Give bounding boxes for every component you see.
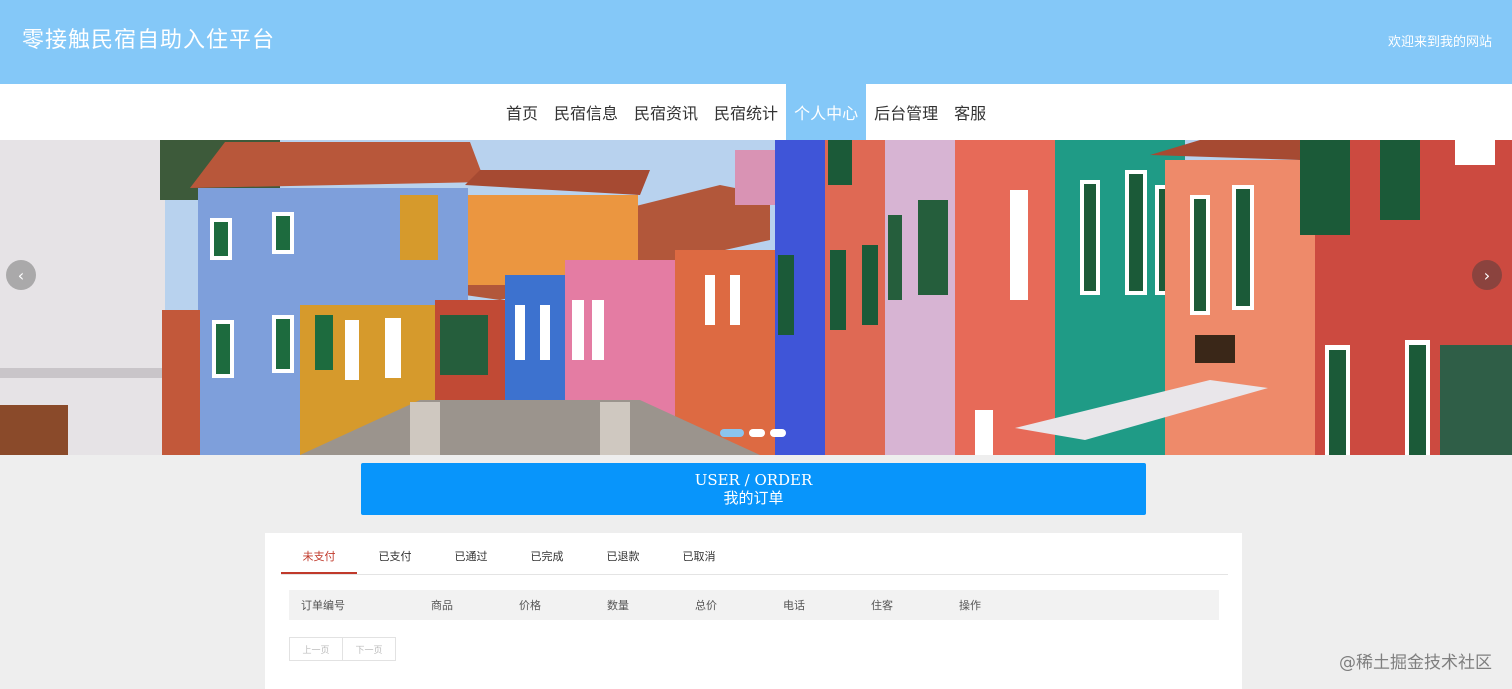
nav-item-admin[interactable]: 后台管理 [866,84,946,140]
main-nav: 首页 民宿信息 民宿资讯 民宿统计 个人中心 后台管理 客服 [0,84,1512,140]
column-header-total: 总价 [695,599,717,612]
order-table-header: 订单编号 商品 价格 数量 总价 电话 住客 操作 [289,590,1219,620]
welcome-text: 欢迎来到我的网站 [1387,35,1492,50]
nav-list: 首页 民宿信息 民宿资讯 民宿统计 个人中心 后台管理 客服 [498,84,994,140]
tab-cancelled[interactable]: 已取消 [661,543,737,574]
carousel-dot-1[interactable] [720,429,744,437]
nav-item-home[interactable]: 首页 [498,84,546,140]
carousel-next-icon[interactable]: › [1472,260,1502,290]
nav-item-homestay-news[interactable]: 民宿资讯 [626,84,706,140]
tab-completed[interactable]: 已完成 [509,543,585,574]
order-title-cn: 我的订单 [723,489,784,507]
column-header-order-no: 订单编号 [301,599,345,612]
nav-item-personal-center[interactable]: 个人中心 [786,84,867,140]
order-section-header: USER / ORDER 我的订单 [361,463,1146,515]
column-header-phone: 电话 [783,599,805,612]
site-title[interactable]: 零接触民宿自助入住平台 [22,22,275,54]
order-status-tabs: 未支付 已支付 已通过 已完成 已退款 已取消 [281,543,1228,575]
pagination: 上一页 下一页 [289,637,396,661]
banner-image [0,140,1512,455]
header-bar: 零接触民宿自助入住平台 欢迎来到我的网站 [0,0,1512,84]
carousel-dot-3[interactable] [770,429,786,437]
banner-carousel[interactable]: ‹ › [0,140,1512,455]
order-panel: 未支付 已支付 已通过 已完成 已退款 已取消 订单编号 商品 价格 数量 总价… [265,533,1242,689]
column-header-guest: 住客 [871,599,893,612]
tab-unpaid[interactable]: 未支付 [281,543,357,574]
order-title-en: USER / ORDER [694,471,813,489]
next-page-button[interactable]: 下一页 [343,637,396,661]
tab-paid[interactable]: 已支付 [357,543,433,574]
column-header-actions: 操作 [959,599,981,612]
column-header-quantity: 数量 [607,599,629,612]
column-header-product: 商品 [431,599,453,612]
nav-item-homestay-info[interactable]: 民宿信息 [546,84,626,140]
nav-item-customer-service[interactable]: 客服 [946,84,994,140]
column-header-price: 价格 [519,599,541,612]
carousel-dot-2[interactable] [749,429,765,437]
tab-refunded[interactable]: 已退款 [585,543,661,574]
carousel-indicators [720,429,786,437]
prev-page-button[interactable]: 上一页 [289,637,343,661]
tab-approved[interactable]: 已通过 [433,543,509,574]
carousel-prev-icon[interactable]: ‹ [6,260,36,290]
watermark-text: @稀土掘金技术社区 [1339,653,1492,673]
nav-item-homestay-stats[interactable]: 民宿统计 [706,84,786,140]
